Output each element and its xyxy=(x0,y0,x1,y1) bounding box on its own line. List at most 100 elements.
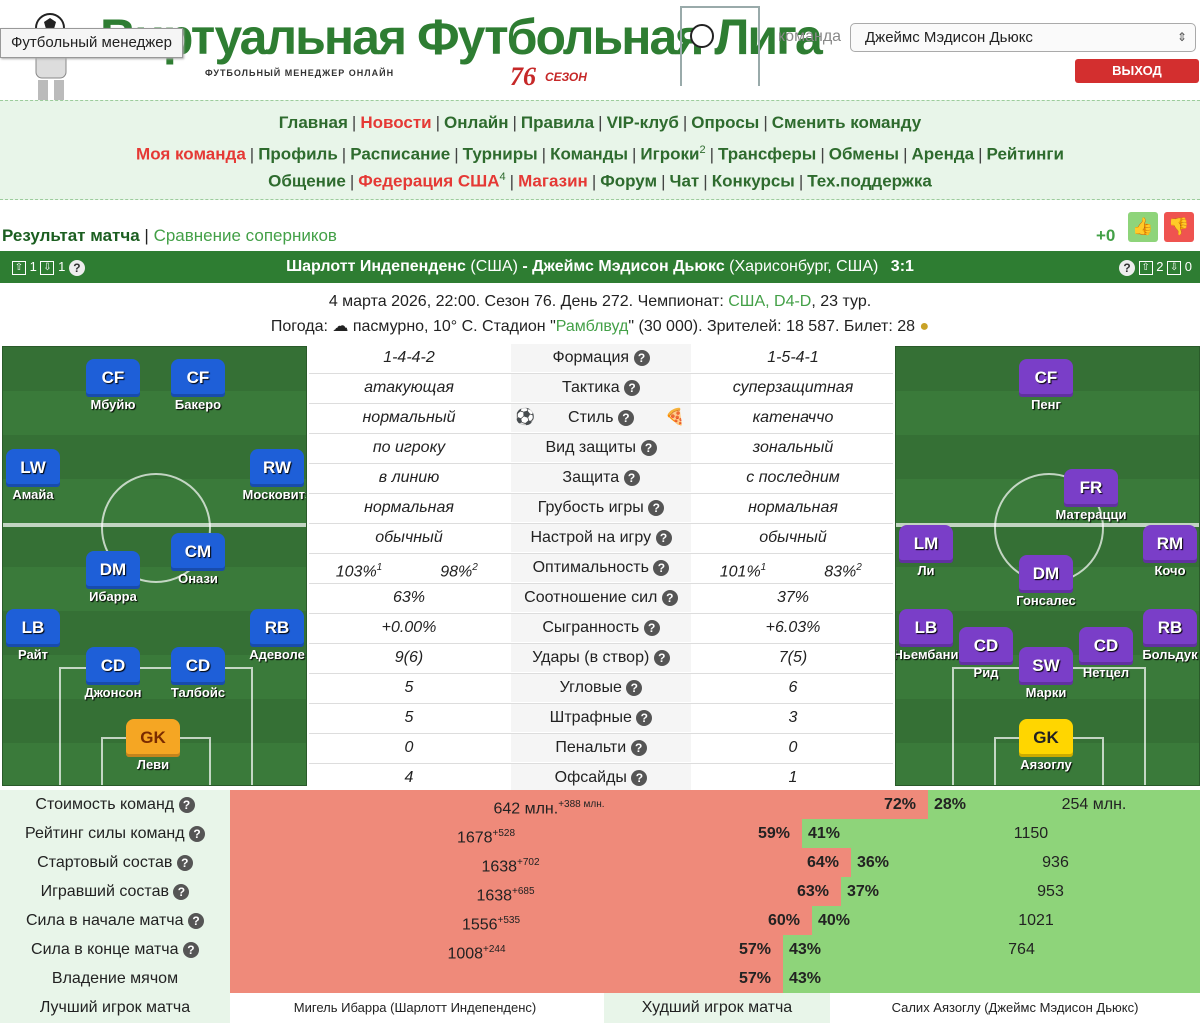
player[interactable]: CF Бакеро xyxy=(168,359,228,412)
help-icon[interactable]: ? xyxy=(640,439,657,456)
menu-item[interactable]: Аренда xyxy=(911,145,974,164)
menu-item[interactable]: Рейтинги xyxy=(987,145,1064,164)
player[interactable]: CD Талбойс xyxy=(168,647,228,700)
menu-item[interactable]: Расписание xyxy=(350,145,450,164)
player[interactable]: RB Больдук xyxy=(1140,609,1199,662)
help-icon[interactable]: ? xyxy=(633,349,650,366)
menu-item[interactable]: Форум xyxy=(600,172,657,191)
stat-name: Штрафные xyxy=(549,709,632,726)
home-team[interactable]: Шарлотт Индепенденс xyxy=(286,258,466,275)
player[interactable]: GK Леви xyxy=(123,719,183,772)
player[interactable]: FR Матерацци xyxy=(1056,469,1126,522)
help-icon[interactable]: ? xyxy=(189,825,205,842)
team-select[interactable]: Джеймс Мэдисон Дьюкс ⇕ xyxy=(850,23,1196,52)
menu-item[interactable]: Магазин xyxy=(518,172,588,191)
player[interactable]: GK Аязоглу xyxy=(1016,719,1076,772)
menu-item[interactable]: Обмены xyxy=(829,145,899,164)
league-link[interactable]: США, D4-D xyxy=(728,293,811,310)
menu-item[interactable]: Общение xyxy=(268,172,346,191)
arrow-up-icon: ⇧ xyxy=(12,260,26,275)
player[interactable]: LW Амайа xyxy=(3,449,63,502)
menu-item[interactable]: Тех.поддержка xyxy=(807,172,932,191)
home-diff: +702 xyxy=(517,857,540,868)
stat-name: Офсайды xyxy=(554,769,627,786)
tab-compare-rivals[interactable]: Сравнение соперников xyxy=(154,226,337,245)
jersey-icon: LM xyxy=(899,525,953,563)
menu-item[interactable]: Опросы xyxy=(691,113,759,132)
help-icon[interactable]: ? xyxy=(623,469,640,486)
menu-item[interactable]: Сменить команду xyxy=(772,113,922,132)
help-icon[interactable]: ? xyxy=(173,883,190,900)
player-name: Бакеро xyxy=(174,397,222,412)
player[interactable]: RM Кочо xyxy=(1140,525,1199,578)
player[interactable]: CD Рид xyxy=(956,627,1016,680)
menu-item[interactable]: Моя команда xyxy=(136,145,246,164)
help-icon[interactable]: ? xyxy=(624,379,641,396)
player[interactable]: LB Райт xyxy=(3,609,63,662)
help-icon[interactable]: ? xyxy=(187,912,204,929)
player[interactable]: CM Онази xyxy=(168,533,228,586)
menu-item[interactable]: Чат xyxy=(670,172,700,191)
help-icon[interactable]: ? xyxy=(653,559,670,576)
player[interactable]: CF Мбуйю xyxy=(83,359,143,412)
stadium-link[interactable]: Рамблвуд xyxy=(556,318,629,335)
help-icon[interactable]: ? xyxy=(631,769,648,786)
home-number: 642 млн. xyxy=(493,800,559,818)
menu-item[interactable]: Конкурсы xyxy=(712,172,795,191)
comparison-label: Сила в конце матча ? xyxy=(0,935,230,964)
player[interactable]: DM Ибарра xyxy=(83,551,143,604)
help-icon[interactable]: ? xyxy=(617,409,634,426)
menu-item[interactable]: Трансферы xyxy=(718,145,816,164)
match-date: 4 марта 2026, 22:00. Сезон 76. День 272.… xyxy=(328,293,729,310)
player[interactable]: CD Джонсон xyxy=(83,647,143,700)
comparison-name: Сила в начале матча xyxy=(26,912,184,929)
away-pitch: CF Пенг FR Матерацци LM Ли RM Кочо DM Гонсалес LB Н… xyxy=(895,346,1200,786)
home-up-count: 1 xyxy=(29,259,37,274)
help-icon[interactable]: ? xyxy=(643,619,660,636)
menu-item[interactable]: Профиль xyxy=(258,145,338,164)
help-icon[interactable]: ? xyxy=(653,649,670,666)
help-icon[interactable]: ? xyxy=(176,854,193,871)
thumbs-down-icon[interactable]: 👎 xyxy=(1164,212,1194,242)
worst-player[interactable]: Салих Аязоглу (Джеймс Мэдисон Дьюкс) xyxy=(830,993,1200,1023)
help-icon[interactable]: ? xyxy=(1119,259,1136,276)
optimal-value: 103%1 xyxy=(309,554,409,586)
player[interactable]: RW Московитз xyxy=(243,449,306,502)
thumbs-up-icon[interactable]: 👍 xyxy=(1128,212,1158,242)
help-icon[interactable]: ? xyxy=(626,679,643,696)
help-icon[interactable]: ? xyxy=(636,709,653,726)
menu-item[interactable]: Игроки xyxy=(640,145,699,164)
menu-item[interactable]: VIP-клуб xyxy=(607,113,679,132)
menu-item[interactable]: Главная xyxy=(279,113,348,132)
help-icon[interactable]: ? xyxy=(661,589,678,606)
away-team[interactable]: Джеймс Мэдисон Дьюкс xyxy=(532,258,725,275)
menu-item[interactable]: Федерация США xyxy=(358,172,499,191)
cloud-icon: ☁ xyxy=(332,318,353,335)
page: Виртуальная Футбольная Лига Футбольный м… xyxy=(0,0,1200,1026)
menu-item[interactable]: Команды xyxy=(550,145,628,164)
player[interactable]: LB Ньембани xyxy=(896,609,959,662)
player[interactable]: CF Пенг xyxy=(1016,359,1076,412)
menu-item[interactable]: Новости xyxy=(360,113,431,132)
stat-label: Сыгранность ? xyxy=(511,614,691,642)
stat-label: Оптимальность ? xyxy=(511,554,691,582)
help-icon[interactable]: ? xyxy=(178,796,195,813)
help-icon[interactable]: ? xyxy=(630,739,647,756)
comparison-name: Игравший состав xyxy=(40,883,169,900)
stats-row: 103%1 98%2 101%1 83%2 Оптимальность ? xyxy=(309,554,893,584)
player[interactable]: LM Ли xyxy=(896,525,956,578)
player[interactable]: DM Гонсалес xyxy=(1016,555,1076,608)
logout-button[interactable]: ВЫХОД xyxy=(1075,59,1199,83)
help-icon[interactable]: ? xyxy=(182,941,199,958)
menu-item[interactable]: Турниры xyxy=(463,145,538,164)
help-icon[interactable]: ? xyxy=(648,499,665,516)
player[interactable]: RB Адеволе xyxy=(247,609,306,662)
best-player[interactable]: Мигель Ибарра (Шарлотт Индепенденс) xyxy=(230,993,600,1023)
menu-badge: 4 xyxy=(499,171,506,183)
stat-away: 37% xyxy=(776,589,810,606)
help-icon[interactable]: ? xyxy=(655,529,672,546)
menu-item[interactable]: Правила xyxy=(521,113,594,132)
menu-item[interactable]: Онлайн xyxy=(444,113,508,132)
help-icon[interactable]: ? xyxy=(68,259,85,276)
tab-match-result[interactable]: Результат матча xyxy=(2,226,140,245)
